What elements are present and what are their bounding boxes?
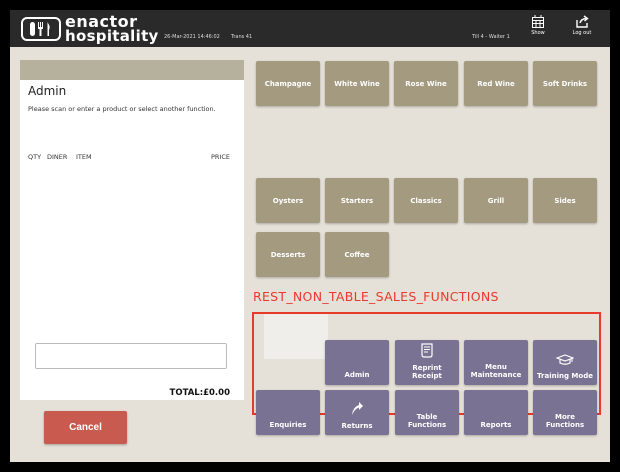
function-button-table-functions[interactable]: Table Functions [395, 390, 459, 435]
empty-function-slot [264, 314, 328, 359]
function-button-reprint-receipt[interactable]: Reprint Receipt [395, 340, 459, 385]
graduation-cap-icon [556, 354, 574, 365]
menu-button-soft-drinks[interactable]: Soft Drinks [533, 61, 597, 106]
menu-button-red-wine[interactable]: Red Wine [464, 61, 528, 106]
function-label-training-mode: Training Mode [537, 371, 593, 380]
datetime-label: 26-Mar-2021 14:46:02 [164, 34, 220, 40]
function-label-admin: Admin [344, 370, 370, 379]
menu-button-rose-wine[interactable]: Rose Wine [394, 61, 458, 106]
function-label-table-functions: Table Functions [407, 412, 447, 429]
till-waiter-label: Till 4 - Waiter 1 [472, 34, 510, 40]
function-button-returns[interactable]: Returns [325, 390, 389, 435]
function-button-enquiries[interactable]: Enquiries [256, 390, 320, 435]
function-button-reports[interactable]: Reports [464, 390, 528, 435]
menu-button-desserts[interactable]: Desserts [256, 232, 320, 277]
return-arrow-icon [352, 401, 363, 415]
column-price: PRICE [211, 153, 230, 161]
brand-logo: enactor hospitality [21, 14, 159, 44]
function-label-more-functions: More Functions [545, 412, 585, 429]
function-label-menu-maintenance: Menu Maintenance [470, 362, 522, 379]
function-button-admin[interactable]: Admin [325, 340, 389, 385]
column-diner: DINER [47, 153, 68, 161]
cutlery-icon [21, 17, 61, 41]
menu-button-white-wine[interactable]: White Wine [325, 61, 389, 106]
function-button-menu-maintenance[interactable]: Menu Maintenance [464, 340, 528, 385]
function-label-enquiries: Enquiries [269, 420, 307, 429]
menu-button-sides[interactable]: Sides [533, 178, 597, 223]
function-button-training-mode[interactable]: Training Mode [533, 340, 597, 385]
logout-label: Log out [572, 30, 592, 36]
order-panel: Admin Please scan or enter a product or … [20, 60, 244, 444]
function-button-more-functions[interactable]: More Functions [533, 390, 597, 435]
receipt-icon [421, 343, 433, 358]
show-button[interactable]: Show [523, 15, 553, 36]
menu-button-champagne[interactable]: Champagne [256, 61, 320, 106]
order-total: TOTAL:£0.00 [169, 388, 230, 398]
column-qty: QTY [28, 153, 42, 161]
column-item: ITEM [76, 153, 92, 161]
menu-button-grill[interactable]: Grill [464, 178, 528, 223]
pos-screen: enactor hospitality 26-Mar-2021 14:46:02… [10, 10, 610, 462]
grid-icon [532, 15, 544, 28]
menu-button-oysters[interactable]: Oysters [256, 178, 320, 223]
logout-button[interactable]: Log out [567, 15, 597, 36]
order-panel-title: Admin [28, 84, 67, 98]
brand-subtitle: hospitality [65, 27, 159, 45]
menu-button-classics[interactable]: Classics [394, 178, 458, 223]
scan-input[interactable] [35, 343, 227, 369]
function-label-returns: Returns [341, 421, 373, 430]
instruction-message: Please scan or enter a product or select… [28, 105, 216, 113]
function-label-reports: Reports [480, 420, 512, 429]
logout-icon [575, 15, 589, 28]
function-label-reprint-receipt: Reprint Receipt [412, 363, 442, 380]
top-bar: enactor hospitality 26-Mar-2021 14:46:02… [10, 10, 610, 47]
cancel-button[interactable]: Cancel [44, 411, 127, 444]
functions-group-label: REST_NON_TABLE_SALES_FUNCTIONS [253, 289, 499, 304]
order-panel-header [20, 60, 244, 80]
show-label: Show [531, 30, 545, 36]
menu-button-coffee[interactable]: Coffee [325, 232, 389, 277]
transaction-label: Trans 41 [231, 34, 253, 40]
menu-button-starters[interactable]: Starters [325, 178, 389, 223]
